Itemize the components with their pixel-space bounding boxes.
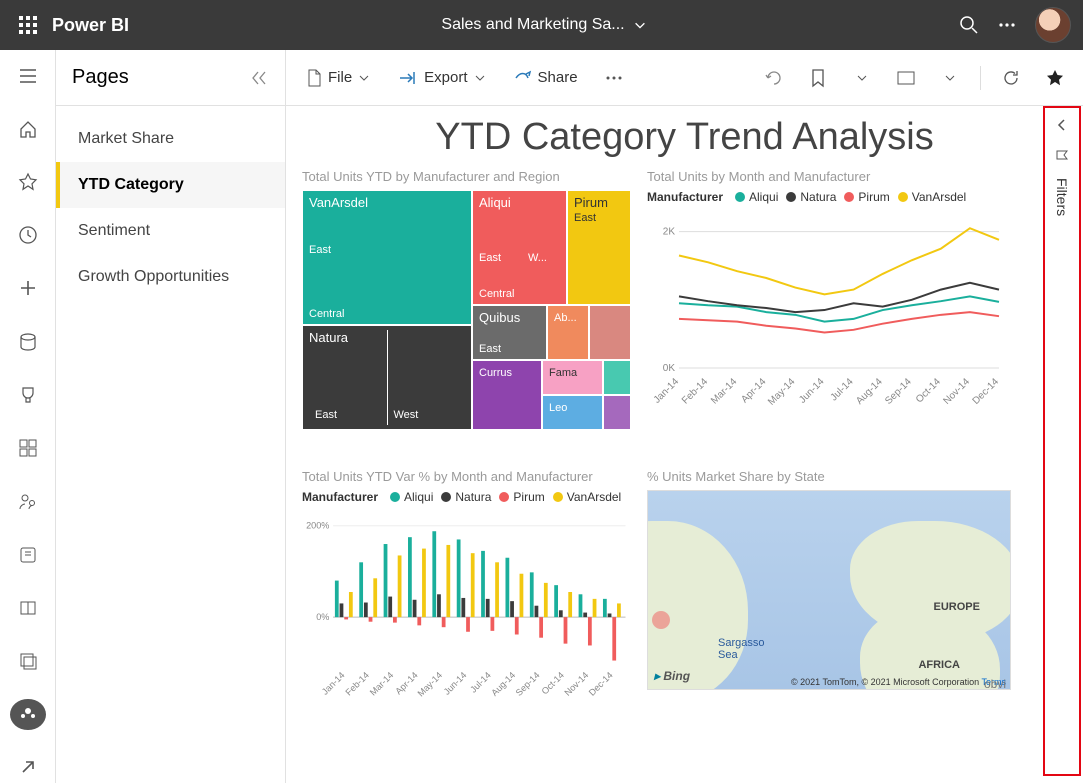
page-list: Market Share YTD Category Sentiment Grow… <box>56 106 285 300</box>
svg-text:Jan-14: Jan-14 <box>652 376 682 406</box>
refresh-icon[interactable] <box>997 64 1025 92</box>
svg-text:May-14: May-14 <box>766 376 798 408</box>
reset-icon[interactable] <box>760 64 788 92</box>
svg-text:2K: 2K <box>663 227 676 238</box>
bookmark-icon[interactable] <box>804 64 832 92</box>
view-icon[interactable] <box>892 64 920 92</box>
report-toolbar: File Export Share <box>286 50 1083 106</box>
svg-text:Apr-14: Apr-14 <box>739 376 768 405</box>
svg-text:Oct-14: Oct-14 <box>540 670 566 696</box>
favorite-star-icon[interactable] <box>1041 64 1069 92</box>
viz-title: Total Units by Month and Manufacturer <box>647 169 1011 184</box>
svg-text:0K: 0K <box>663 363 676 374</box>
expand-filters-icon[interactable] <box>1055 118 1069 132</box>
svg-text:0%: 0% <box>316 612 329 622</box>
viz-treemap[interactable]: Total Units YTD by Manufacturer and Regi… <box>294 163 639 463</box>
viz-bar-chart[interactable]: Total Units YTD Var % by Month and Manuf… <box>294 463 639 723</box>
external-link-icon[interactable] <box>10 752 46 783</box>
svg-text:Feb-14: Feb-14 <box>680 376 710 406</box>
legend: Manufacturer Aliqui Natura Pirum VanArsd… <box>647 190 1011 204</box>
svg-text:Sep-14: Sep-14 <box>514 670 542 698</box>
datasets-icon[interactable] <box>10 326 46 357</box>
workspaces-icon[interactable] <box>10 592 46 623</box>
chevron-down-icon[interactable] <box>633 18 647 32</box>
learn-icon[interactable] <box>10 539 46 570</box>
legend: Manufacturer Aliqui Natura Pirum VanArsd… <box>302 490 631 504</box>
svg-text:200%: 200% <box>306 520 329 530</box>
map-attribution: © 2021 TomTom, © 2021 Microsoft Corporat… <box>791 677 1006 687</box>
svg-text:Dec-14: Dec-14 <box>971 376 1002 407</box>
hamburger-icon[interactable] <box>10 60 46 91</box>
svg-text:Mar-14: Mar-14 <box>709 376 739 406</box>
apps-icon[interactable] <box>10 433 46 464</box>
shared-icon[interactable] <box>10 486 46 517</box>
bookmark-small-icon[interactable] <box>1055 148 1069 162</box>
page-item-sentiment[interactable]: Sentiment <box>56 208 285 254</box>
viz-map[interactable]: % Units Market Share by State EUROPE AFR… <box>639 463 1019 723</box>
create-icon[interactable] <box>10 273 46 304</box>
page-item-market-share[interactable]: Market Share <box>56 116 285 162</box>
brand-label: Power BI <box>52 15 129 36</box>
viz-title: Total Units YTD Var % by Month and Manuf… <box>302 469 631 484</box>
svg-text:Dec-14: Dec-14 <box>587 670 615 698</box>
bookmark-dropdown-icon[interactable] <box>848 64 876 92</box>
more-icon[interactable] <box>997 15 1017 35</box>
app-header: Power BI Sales and Marketing Sa... <box>0 0 1083 50</box>
more-options-icon[interactable] <box>600 64 628 92</box>
page-item-ytd-category[interactable]: YTD Category <box>56 162 285 208</box>
svg-text:Aug-14: Aug-14 <box>489 670 517 698</box>
page-item-growth[interactable]: Growth Opportunities <box>56 254 285 300</box>
viz-line-chart[interactable]: Total Units by Month and Manufacturer Ma… <box>639 163 1019 463</box>
filters-pane-collapsed[interactable]: Filters <box>1043 106 1081 776</box>
favorites-icon[interactable] <box>10 166 46 197</box>
pages-panel-title: Pages <box>72 66 129 89</box>
svg-text:Sep-14: Sep-14 <box>883 376 914 407</box>
report-title: YTD Category Trend Analysis <box>286 116 1083 159</box>
home-icon[interactable] <box>10 113 46 144</box>
deployment-icon[interactable] <box>10 645 46 676</box>
svg-text:Mar-14: Mar-14 <box>368 670 396 698</box>
svg-text:Oct-14: Oct-14 <box>914 376 943 405</box>
share-button[interactable]: Share <box>508 65 584 90</box>
filters-label: Filters <box>1054 178 1070 216</box>
svg-text:Nov-14: Nov-14 <box>941 376 972 407</box>
viz-title: % Units Market Share by State <box>647 469 1011 484</box>
recent-icon[interactable] <box>10 220 46 251</box>
svg-text:Nov-14: Nov-14 <box>562 670 590 698</box>
svg-text:Jan-14: Jan-14 <box>320 670 347 697</box>
app-launcher-icon[interactable] <box>12 9 44 41</box>
report-content: File Export Share YTD Cate <box>286 50 1083 783</box>
svg-text:Jun-14: Jun-14 <box>442 670 469 697</box>
report-name[interactable]: Sales and Marketing Sa... <box>441 16 624 34</box>
goals-icon[interactable] <box>10 379 46 410</box>
view-dropdown-icon[interactable] <box>936 64 964 92</box>
user-avatar[interactable] <box>1035 7 1071 43</box>
svg-text:Aug-14: Aug-14 <box>854 376 885 407</box>
report-canvas: YTD Category Trend Analysis Total Units … <box>286 106 1083 783</box>
viz-title: Total Units YTD by Manufacturer and Regi… <box>302 169 631 184</box>
pages-panel: Pages Market Share YTD Category Sentimen… <box>56 50 286 783</box>
export-menu[interactable]: Export <box>392 65 491 90</box>
svg-text:Jun-14: Jun-14 <box>797 376 827 406</box>
svg-text:Jul-14: Jul-14 <box>829 376 856 403</box>
svg-text:May-14: May-14 <box>416 670 445 699</box>
collapse-pages-icon[interactable] <box>249 68 269 88</box>
bing-logo: ▸ Bing <box>654 669 690 683</box>
my-workspace-icon[interactable] <box>10 699 46 730</box>
search-icon[interactable] <box>959 15 979 35</box>
left-nav-rail <box>0 50 56 783</box>
file-menu[interactable]: File <box>300 65 376 91</box>
svg-text:Feb-14: Feb-14 <box>344 670 372 698</box>
